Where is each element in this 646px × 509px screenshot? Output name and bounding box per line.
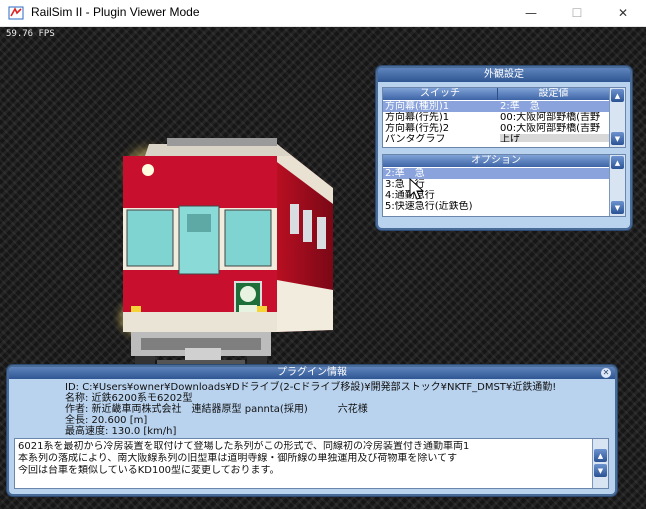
switch-value: 2:準 急 [500,101,540,112]
mouse-cursor-icon [409,178,425,200]
railsim-app-icon [8,6,24,20]
switch-column-header[interactable]: スイッチ [383,88,498,100]
arrow-down-icon: ▼ [614,203,621,212]
description-line: 本系列の落成により、南大阪線系列の旧型車は道明寺線・御所線の単独運用及び荷物車を… [18,453,458,464]
fps-counter: 59.76 FPS [6,29,55,39]
train-model-render[interactable] [105,122,345,387]
switch-row[interactable]: パンタグラフ 上げ [383,134,609,142]
description-line: 6021系を最初から冷房装置を取付けて登場した系列がこの形式で、同線初の冷房装置… [18,441,470,452]
arrow-up-icon: ▲ [614,91,621,100]
arrow-up-icon: ▲ [597,451,604,460]
plugin-metadata: ID: C:¥Users¥owner¥Downloads¥Dドライブ(2-Cドラ… [65,382,556,437]
switch-name: 方向幕(種別)1 [385,101,450,112]
maximize-button[interactable]: ☐ [554,0,600,26]
switch-value: 00:大阪阿部野橋(吉野 [500,123,600,134]
option-row[interactable]: 5:快速急行(近鉄色) [383,201,611,211]
arrow-down-icon: ▼ [597,466,604,475]
switch-value: 上げ [500,134,609,142]
switch-list[interactable]: スイッチ 設定値 方向幕(種別)1 2:準 急 方向幕(行先)1 00:大阪阿部… [382,87,626,148]
plugin-description-box[interactable]: 6021系を最初から冷房装置を取付けて登場した系列がこの形式で、同線初の冷房装置… [14,438,609,489]
close-icon: ✕ [602,368,610,377]
switch-row[interactable]: 方向幕(行先)2 00:大阪阿部野橋(吉野 [383,123,609,134]
switch-name: 方向幕(行先)1 [385,112,450,123]
switch-row[interactable]: 方向幕(行先)1 00:大阪阿部野橋(吉野 [383,112,609,123]
scroll-up-button[interactable]: ▲ [594,449,607,462]
close-icon: ✕ [617,6,629,20]
close-button[interactable]: ✕ [600,0,646,26]
arrow-up-icon: ▲ [614,158,621,167]
switch-name: 方向幕(行先)2 [385,123,450,134]
plugin-description: 6021系を最初から冷房装置を取付けて登場した系列がこの形式で、同線初の冷房装置… [18,441,588,477]
plugin-id: ID: C:¥Users¥owner¥Downloads¥Dドライブ(2-Cドラ… [65,382,557,393]
arrow-down-icon: ▼ [614,134,621,143]
option-column-header[interactable]: オプション [383,155,609,167]
switch-value: 00:大阪阿部野橋(吉野 [500,112,600,123]
switch-list-scrollbar[interactable]: ▲ ▼ [609,88,625,147]
description-line: 今回は台車を類似しているKD100型に変更しております。 [18,465,280,476]
appearance-panel-title: 外観設定 [378,68,630,82]
description-scrollbar[interactable]: ▲ ▼ [592,439,608,488]
plugin-info-close-button[interactable]: ✕ [601,368,611,378]
plugin-length: 全長: 20.600 [m] [65,415,148,426]
minimize-icon: — [525,6,537,20]
switch-name: パンタグラフ [385,134,446,142]
plugin-author: 作者: 新近畿車両株式会社 連結器原型 pannta(採用) 六花様 [65,404,368,415]
switch-row[interactable]: 方向幕(種別)1 2:準 急 [383,101,609,112]
scroll-down-button[interactable]: ▼ [611,132,624,145]
title-bar: RailSim II - Plugin Viewer Mode — ☐ ✕ [0,0,646,27]
maximize-icon: ☐ [571,6,583,20]
plugin-max-speed: 最高速度: 130.0 [km/h] [65,426,177,437]
plugin-info-title: プラグイン情報 [9,367,615,379]
scroll-up-button[interactable]: ▲ [611,89,624,102]
3d-viewport[interactable]: 59.76 FPS 外観設定 スイッチ 設定値 方向幕(種別)1 2:準 急 方… [0,27,646,509]
plugin-info-panel: プラグイン情報 ✕ ID: C:¥Users¥owner¥Downloads¥D… [7,365,617,496]
scroll-down-button[interactable]: ▼ [594,464,607,477]
app-window: RailSim II - Plugin Viewer Mode — ☐ ✕ 59… [0,0,646,509]
window-title: RailSim II - Plugin Viewer Mode [31,5,200,19]
value-column-header[interactable]: 設定値 [498,88,610,100]
plugin-name: 名称: 近鉄6200系モ6202型 [65,393,193,404]
scroll-up-button[interactable]: ▲ [611,156,624,169]
appearance-settings-panel: 外観設定 スイッチ 設定値 方向幕(種別)1 2:準 急 方向幕(行先)1 00… [376,66,632,230]
minimize-button[interactable]: — [508,0,554,26]
scroll-down-button[interactable]: ▼ [611,201,624,214]
option-list-scrollbar[interactable]: ▲ ▼ [609,155,625,216]
